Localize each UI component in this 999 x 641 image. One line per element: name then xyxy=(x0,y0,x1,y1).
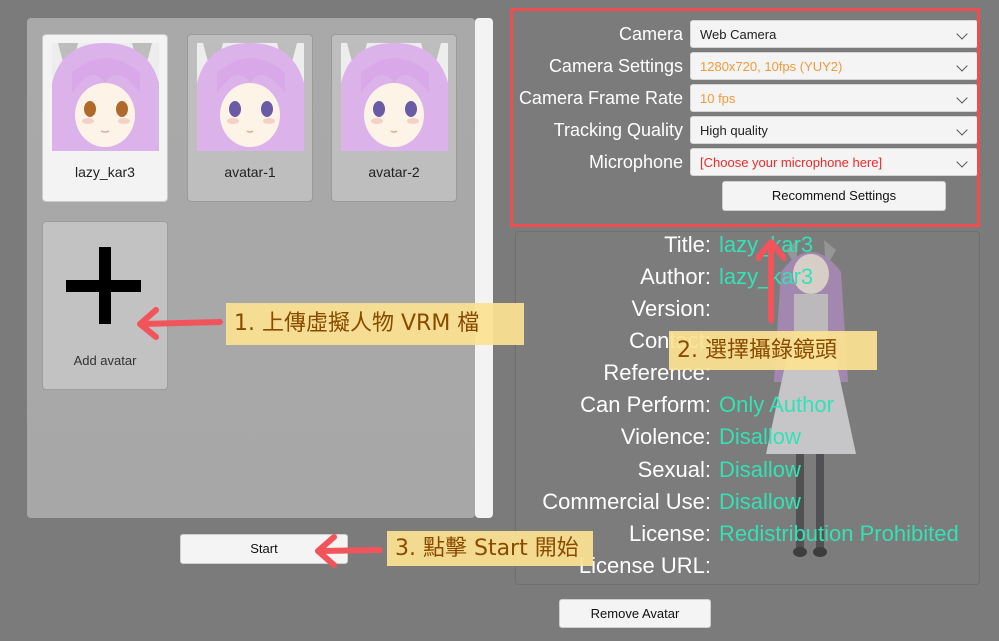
arrow-up-icon xyxy=(756,239,786,323)
callout-step-2: 2. 選擇攝錄鏡頭 xyxy=(669,331,877,370)
avatar-list-scrollbar[interactable] xyxy=(475,18,493,518)
metadata-value: Disallow xyxy=(719,457,801,482)
avatar-name: lazy_kar3 xyxy=(75,164,135,180)
metadata-value: Redistribution Prohibited xyxy=(719,521,959,546)
metadata-value: Disallow xyxy=(719,424,801,449)
avatar-thumbnail xyxy=(341,43,448,151)
metadata-label: Can Perform: xyxy=(580,392,711,417)
callout-step-1: 1. 上傳虛擬人物 VRM 檔 xyxy=(226,303,524,345)
metadata-row-version: Version: xyxy=(515,293,995,325)
metadata-row-commercial-use: Commercial Use: Disallow xyxy=(515,486,995,518)
plus-icon-bar xyxy=(66,280,141,292)
metadata-label: License URL: xyxy=(578,553,711,578)
metadata-label: Version: xyxy=(631,296,712,321)
avatar-name: avatar-2 xyxy=(368,164,420,180)
metadata-label: Title: xyxy=(664,232,711,257)
avatar-name: avatar-1 xyxy=(224,164,276,180)
metadata-value: Only Author xyxy=(719,392,834,417)
metadata-row-author: Author: lazy_kar3 xyxy=(515,261,995,293)
metadata-row-violence: Violence: Disallow xyxy=(515,421,995,453)
add-avatar-label: Add avatar xyxy=(73,353,137,368)
metadata-label: Sexual: xyxy=(637,457,711,482)
callout-step-3: 3. 點擊 Start 開始 xyxy=(387,531,593,566)
avatar-thumbnail xyxy=(197,43,304,151)
metadata-label: Violence: xyxy=(620,424,711,449)
metadata-row-can-perform: Can Perform: Only Author xyxy=(515,389,995,421)
avatar-card-avatar-1[interactable]: avatar-1 xyxy=(187,34,313,202)
avatar-card-lazy-kar3[interactable]: lazy_kar3 xyxy=(42,34,168,202)
metadata-row-sexual: Sexual: Disallow xyxy=(515,454,995,486)
arrow-left-icon xyxy=(315,534,383,568)
remove-avatar-button[interactable]: Remove Avatar xyxy=(559,599,711,628)
avatar-card-avatar-2[interactable]: avatar-2 xyxy=(331,34,457,202)
avatar-thumbnail xyxy=(52,43,159,151)
arrow-left-icon xyxy=(137,307,223,340)
metadata-label: Author: xyxy=(640,264,711,289)
metadata-label: Commercial Use: xyxy=(542,489,711,514)
settings-highlight-box xyxy=(510,8,980,227)
metadata-row-title: Title: lazy_kar3 xyxy=(515,229,995,261)
metadata-label: License: xyxy=(629,521,711,546)
metadata-value: Disallow xyxy=(719,489,801,514)
